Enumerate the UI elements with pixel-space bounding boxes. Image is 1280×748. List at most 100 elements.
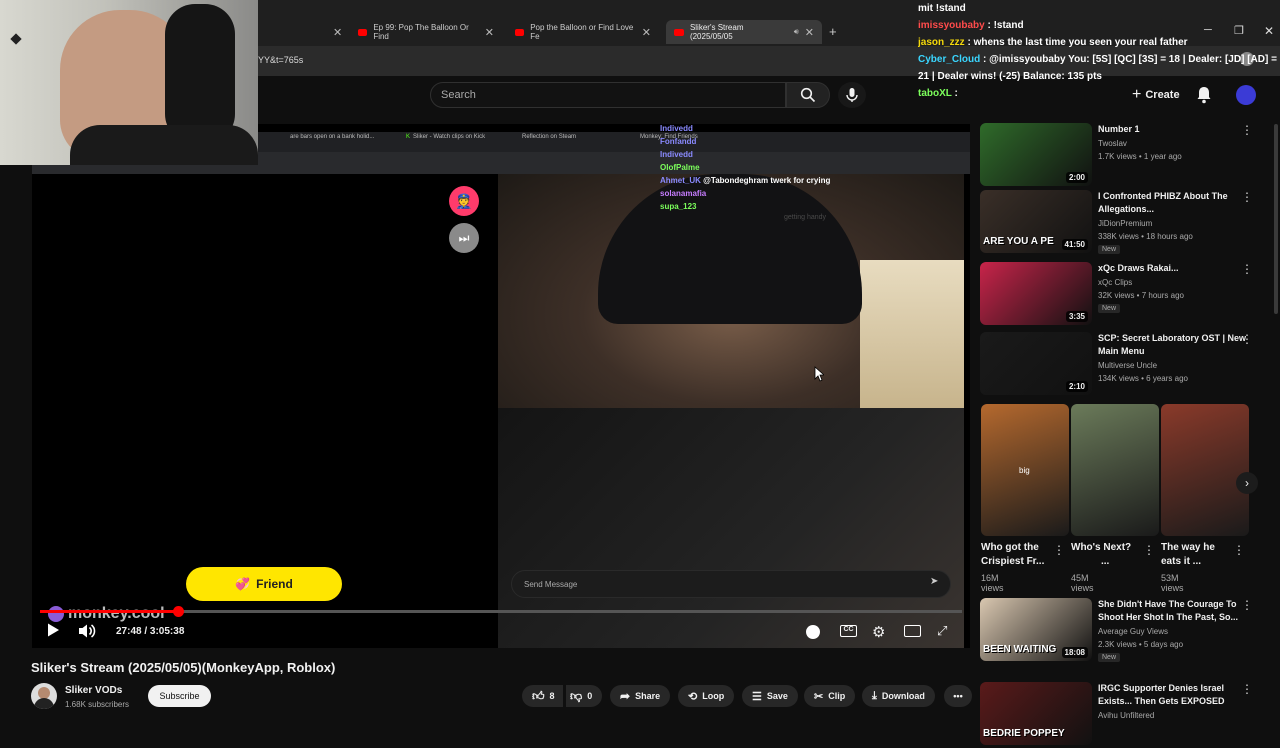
stream-chat-overlay: mit !stand imissyoubaby : !stand jason_zzz… <box>918 0 1280 99</box>
more-options-icon[interactable]: ⋮ <box>1241 598 1253 612</box>
short-thumbnail[interactable] <box>1161 404 1249 536</box>
sidebar-scrollbar[interactable] <box>1274 124 1278 314</box>
skip-button[interactable]: ⏭ <box>449 223 479 253</box>
channel-avatar[interactable] <box>31 683 57 709</box>
search-button[interactable] <box>786 82 830 108</box>
channel-name[interactable]: Avihu Unfiltered <box>1098 709 1154 722</box>
video-title[interactable]: She Didn't Have The Courage To Shoot Her… <box>1098 598 1248 624</box>
channel-name[interactable]: Multiverse Uncle <box>1098 359 1157 372</box>
short-title[interactable]: Who's Next? <box>1071 541 1143 555</box>
recommendation-card[interactable]: 3:35 xQc Draws Rakai... xQc Clips 32K views… <box>980 262 1270 328</box>
more-options-icon[interactable]: ⋮ <box>1143 543 1155 557</box>
channel-name[interactable]: xQc Clips <box>1098 276 1132 289</box>
share-button[interactable]: ➦ Share <box>610 685 671 707</box>
new-tab-button[interactable]: + <box>829 24 837 39</box>
voice-search-button[interactable] <box>838 82 866 108</box>
loop-button[interactable]: ⟲ Loop <box>678 685 735 707</box>
more-actions-button[interactable]: ••• <box>944 685 972 707</box>
chat-message: mit !stand <box>918 0 1280 17</box>
chat-text: : @imissyoubaby You: [5S] [QC] [3S] = 18… <box>980 54 1277 65</box>
browser-tab-2[interactable]: Sliker's Stream (2025/05/05 🔊︎ ✕ <box>666 20 822 44</box>
short-thumbnail[interactable] <box>1071 404 1159 536</box>
send-message-input[interactable]: Send Message <box>511 570 951 598</box>
like-button[interactable]: 👍︎ 8 <box>522 685 563 707</box>
channel-name[interactable]: JiDionPremium <box>1098 217 1152 230</box>
chat-username: jason_zzz <box>918 37 965 48</box>
more-options-icon[interactable]: ⋮ <box>1241 123 1253 137</box>
video-thumbnail[interactable]: 3:35 <box>980 262 1092 325</box>
recommendation-card[interactable]: BEDRIE POPPEY IRGC Supporter Denies Israe… <box>980 682 1270 748</box>
search-input[interactable]: Search <box>430 82 786 108</box>
close-tab-icon[interactable]: ✕ <box>333 26 342 39</box>
chat-message: taboXL : <box>918 85 1280 102</box>
youtube-favicon-icon <box>358 28 368 36</box>
clip-button[interactable]: ✂ Clip <box>804 685 856 707</box>
inner-chat-message: Indivedd <box>660 122 900 135</box>
short-tag: big <box>1019 466 1030 475</box>
duration-badge: 2:00 <box>1065 172 1088 183</box>
thumbnail-text: BEDRIE POPPEY <box>983 728 1065 739</box>
video-thumbnail[interactable]: BEDRIE POPPEY <box>980 682 1092 745</box>
settings-gear-icon[interactable]: ⚙ <box>872 623 885 641</box>
video-thumbnail[interactable]: 2:10 <box>980 332 1092 395</box>
short-thumbnail[interactable]: big <box>981 404 1069 536</box>
short-title[interactable]: The way he eats it ... <box>1161 541 1233 569</box>
more-options-icon[interactable]: ⋮ <box>1241 262 1253 276</box>
video-title[interactable]: I Confronted PHIBZ About The Allegations… <box>1098 190 1248 216</box>
video-title[interactable]: Number 1 <box>1098 123 1248 136</box>
chat-username: imissyoubaby <box>918 20 985 31</box>
volume-button[interactable] <box>78 623 96 644</box>
close-tab-icon[interactable]: ✕ <box>485 26 494 39</box>
video-title[interactable]: SCP: Secret Laboratory OST | New Main Me… <box>1098 332 1248 358</box>
channel-name[interactable]: Twoslav <box>1098 137 1127 150</box>
more-options-icon[interactable]: ⋮ <box>1241 332 1253 346</box>
more-options-icon[interactable]: ⋮ <box>1241 190 1253 204</box>
channel-name[interactable]: Average Guy Views <box>1098 625 1168 638</box>
volume-icon <box>79 624 96 638</box>
fullscreen-icon[interactable]: ⤢ <box>937 623 947 639</box>
play-button[interactable] <box>45 622 61 643</box>
more-options-icon[interactable]: ⋮ <box>1233 543 1245 557</box>
send-arrow-icon[interactable]: ➤ <box>930 576 938 587</box>
save-button[interactable]: ☰ Save <box>742 685 798 707</box>
more-options-icon[interactable]: ⋮ <box>1241 682 1253 696</box>
inner-chat-username: supa_123 <box>660 202 697 211</box>
more-options-icon[interactable]: ⋮ <box>1053 543 1065 557</box>
loop-icon: ⟲ <box>688 690 698 703</box>
url-text[interactable]: YY&t=765s <box>258 55 303 65</box>
inner-chat-username: Ahmet_UK <box>660 176 701 185</box>
video-title[interactable]: IRGC Supporter Denies Israel Exists... T… <box>1098 682 1248 708</box>
video-meta: 2.3K views • 5 days ago <box>1098 640 1184 649</box>
miniplayer-icon[interactable] <box>904 625 921 637</box>
close-tab-icon[interactable]: ✕ <box>642 26 651 39</box>
recommendation-card[interactable]: BEEN WAITING 18:08 She Didn't Have The Cou… <box>980 598 1270 664</box>
video-title[interactable]: xQc Draws Rakai... <box>1098 262 1248 275</box>
chat-text: : whens the last time you seen your real… <box>964 37 1188 48</box>
short-title[interactable]: Who got the Crispiest Fr... <box>981 541 1053 569</box>
recommendation-card[interactable]: ARE YOU A PE 41:50 I Confronted PHIBZ Abou… <box>980 190 1270 256</box>
recommendation-card[interactable]: 2:10 SCP: Secret Laboratory OST | New Mai… <box>980 332 1270 398</box>
report-button[interactable]: 👮 <box>449 186 479 216</box>
video-thumbnail[interactable]: BEEN WAITING 18:08 <box>980 598 1092 661</box>
browser-tab-1[interactable]: Pop the Balloon or Find Love Fe ✕ <box>507 20 659 44</box>
video-thumbnail[interactable]: ARE YOU A PE 41:50 <box>980 190 1092 253</box>
thumbs-up-icon: 👍︎ <box>532 688 545 703</box>
autoplay-toggle[interactable] <box>806 625 820 639</box>
recommendation-card[interactable]: 2:00 Number 1 Twoslav 1.7K views • 1 year a… <box>980 123 1270 189</box>
inner-chat-message: Fonfandd <box>660 135 900 148</box>
chat-username: taboXL <box>918 88 952 99</box>
dislike-button[interactable]: 👎︎ 0 <box>566 685 603 707</box>
close-tab-icon[interactable]: ✕ <box>805 26 814 39</box>
channel-name[interactable]: Sliker VODs <box>65 685 122 696</box>
video-thumbnail[interactable]: 2:00 <box>980 123 1092 186</box>
download-button[interactable]: ⤓ Download <box>862 685 935 707</box>
shorts-next-button[interactable]: › <box>1236 472 1258 494</box>
friend-button[interactable]: 💞 Friend <box>186 567 342 601</box>
captions-icon[interactable]: CC <box>840 625 857 637</box>
browser-tab-0[interactable]: Ep 99: Pop The Balloon Or Find ✕ <box>350 20 502 44</box>
video-meta: 32K views • 7 hours ago <box>1098 291 1184 300</box>
speaker-icon[interactable]: 🔊︎ <box>794 27 799 37</box>
police-icon: 👮 <box>455 192 473 209</box>
subscribe-button[interactable]: Subscribe <box>148 685 211 707</box>
chevron-right-icon: › <box>1245 476 1249 490</box>
